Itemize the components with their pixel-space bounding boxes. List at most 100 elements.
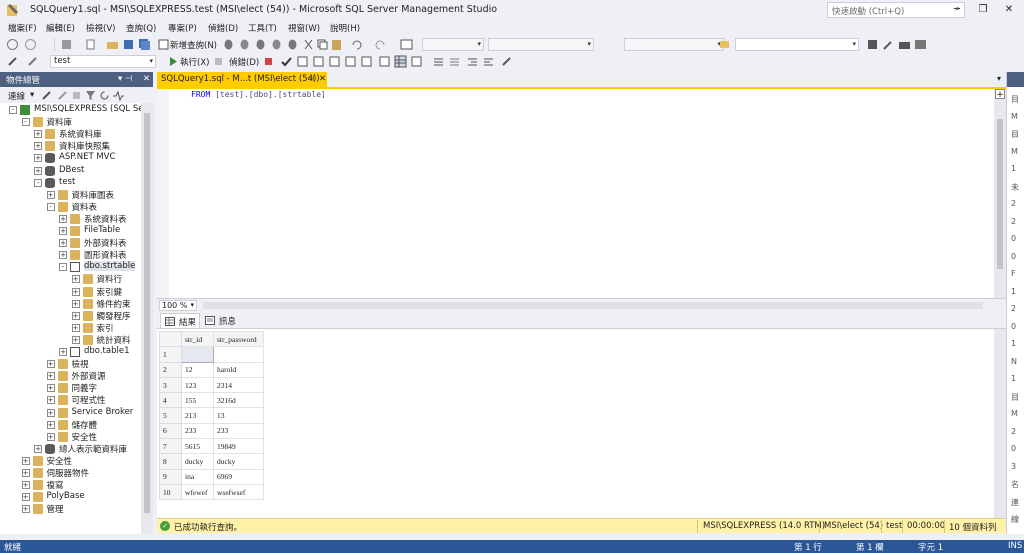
grid-cell[interactable]: 19849 — [213, 438, 264, 455]
comment-icon[interactable] — [432, 55, 445, 68]
expand-icon[interactable]: + — [21, 493, 30, 502]
close-tab-icon[interactable]: ✕ — [319, 74, 326, 84]
grid-cell[interactable]: 5615 — [181, 438, 214, 455]
grid-cell[interactable]: 233 — [181, 422, 214, 440]
display-plan-icon[interactable] — [296, 55, 309, 68]
menu-tools[interactable]: 工具(T) — [248, 22, 277, 34]
row-number[interactable]: 8 — [159, 453, 182, 470]
decrease-indent-icon[interactable] — [466, 55, 479, 68]
split-icon[interactable]: + — [995, 89, 1005, 100]
connect-object-icon[interactable] — [40, 89, 53, 102]
dmx-query-icon[interactable] — [254, 38, 267, 51]
grid-cell[interactable]: 233 — [213, 422, 264, 440]
expand-icon[interactable]: + — [46, 408, 55, 417]
menu-project[interactable]: 專案(P) — [168, 22, 197, 34]
forward-icon[interactable] — [24, 38, 37, 51]
expand-icon[interactable]: + — [34, 154, 42, 163]
expand-icon[interactable]: + — [59, 214, 67, 223]
grid-cell[interactable]: ducky — [181, 453, 214, 470]
grid-cell[interactable]: 155 — [181, 392, 214, 409]
table-row[interactable]: 4 155 3216d — [159, 392, 264, 409]
toolbox-icon[interactable] — [898, 38, 911, 51]
row-number[interactable]: 1 — [159, 346, 182, 363]
expand-icon[interactable]: + — [21, 481, 30, 490]
live-stats-icon[interactable] — [360, 55, 373, 68]
grid-cell[interactable]: 12 — [181, 361, 214, 378]
expand-icon[interactable]: + — [71, 311, 80, 320]
expand-icon[interactable]: + — [71, 323, 80, 332]
redo-icon[interactable] — [374, 38, 387, 51]
grid-cell[interactable]: 6969 — [213, 468, 264, 485]
wrench-icon[interactable] — [882, 38, 895, 51]
results-to-grid-icon[interactable] — [394, 55, 407, 68]
expand-icon[interactable]: + — [21, 505, 30, 514]
tab-list-dropdown-icon[interactable]: ▾ — [993, 74, 1005, 86]
database-dropdown[interactable]: test ▾ — [50, 55, 156, 68]
row-number[interactable]: 5 — [159, 407, 182, 424]
properties-icon[interactable] — [866, 38, 879, 51]
row-number[interactable]: 9 — [159, 468, 182, 485]
close-panel-icon[interactable]: ✕ — [143, 74, 150, 84]
restore-button[interactable]: ❐ — [970, 2, 996, 18]
grid-cell[interactable]: ina — [181, 468, 214, 485]
expand-icon[interactable]: + — [46, 372, 55, 381]
grid-cell[interactable] — [213, 346, 264, 363]
row-number[interactable]: 2 — [159, 361, 182, 378]
expand-icon[interactable]: + — [59, 251, 67, 260]
row-number[interactable]: 3 — [159, 376, 182, 394]
row-number[interactable]: 7 — [159, 438, 182, 455]
table-row[interactable]: 10 wfewef wsefwsef — [159, 483, 264, 501]
row-number[interactable]: 6 — [159, 422, 182, 440]
expand-icon[interactable]: + — [59, 239, 67, 248]
pin-icon[interactable]: ▾ ⊣ — [118, 74, 132, 84]
cancel-query-icon[interactable] — [262, 55, 275, 68]
collapse-icon[interactable]: - — [46, 202, 55, 211]
zoom-dropdown[interactable]: 100 % ▾ — [159, 300, 197, 311]
table-row[interactable]: 8 ducky ducky — [159, 453, 264, 470]
menu-help[interactable]: 說明(H) — [330, 22, 360, 34]
collapse-icon[interactable]: - — [9, 106, 17, 114]
tab-messages[interactable]: 訊息 — [201, 313, 241, 328]
pin-tab-icon[interactable]: ⊣ — [307, 74, 314, 84]
intellisense-icon[interactable] — [328, 55, 341, 68]
object-explorer-scrollbar[interactable] — [141, 103, 153, 534]
expand-icon[interactable]: + — [71, 335, 80, 344]
grid-cell[interactable]: wsefwsef — [213, 483, 264, 501]
menu-file[interactable]: 檔案(F) — [8, 22, 37, 34]
db-query-icon[interactable] — [222, 38, 235, 51]
target-dropdown[interactable]: ▾ — [624, 38, 724, 51]
disconnect-icon[interactable] — [56, 89, 69, 102]
new-query-icon[interactable] — [157, 38, 170, 51]
expand-icon[interactable]: + — [46, 190, 55, 199]
expand-icon[interactable]: + — [71, 275, 80, 284]
results-to-text-icon[interactable] — [378, 55, 391, 68]
debug-button[interactable]: 偵錯(D) — [229, 56, 259, 68]
save-icon[interactable] — [122, 38, 135, 51]
expand-icon[interactable]: + — [46, 360, 55, 369]
expand-icon[interactable]: + — [34, 142, 42, 151]
menu-window[interactable]: 視窗(W) — [288, 22, 320, 34]
grid-corner[interactable] — [159, 330, 182, 348]
activity-monitor-icon[interactable] — [400, 38, 413, 51]
collapse-icon[interactable]: - — [34, 178, 42, 187]
undo-icon[interactable] — [350, 38, 363, 51]
expand-icon[interactable]: + — [46, 384, 55, 393]
new-query-button[interactable]: 新增查詢(N) — [170, 39, 217, 51]
collapse-icon[interactable]: - — [21, 118, 30, 127]
table-row[interactable]: 1 — [159, 346, 264, 363]
expand-icon[interactable]: + — [46, 432, 55, 441]
query-options-icon[interactable] — [312, 55, 325, 68]
grid-cell[interactable]: 13 — [213, 407, 264, 424]
filter-icon[interactable] — [84, 89, 97, 102]
dax-query-icon[interactable] — [286, 38, 299, 51]
uncomment-icon[interactable] — [448, 55, 461, 68]
grid-cell[interactable]: harold — [213, 361, 264, 378]
back-icon[interactable] — [6, 38, 19, 51]
expand-icon[interactable]: + — [71, 299, 80, 308]
table-row[interactable]: 9 ina 6969 — [159, 468, 264, 485]
xmla-query-icon[interactable] — [270, 38, 283, 51]
expand-icon[interactable]: + — [59, 348, 67, 356]
expand-icon[interactable]: + — [46, 396, 55, 405]
connect-icon[interactable] — [6, 55, 19, 68]
table-row[interactable]: 6 233 233 — [159, 422, 264, 440]
